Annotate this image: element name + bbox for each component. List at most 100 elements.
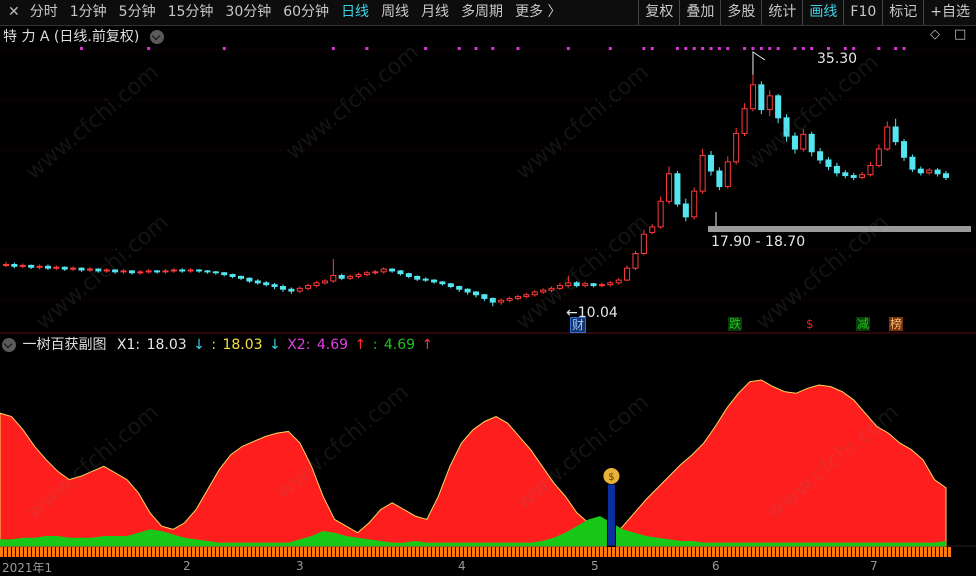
strip-block [0, 547, 3, 557]
strip-block [500, 547, 503, 557]
period-tab-8[interactable]: 月线 [415, 0, 455, 25]
date-tick: 4 [458, 559, 466, 573]
date-tick: 2021年1 [2, 561, 53, 575]
signal-dot [80, 47, 84, 50]
strip-block [752, 547, 755, 557]
tool-button-3[interactable]: 统计 [762, 0, 802, 25]
candle-body [305, 285, 312, 289]
signal-dots [80, 47, 906, 50]
close-icon[interactable]: ✕ [0, 0, 24, 25]
candle-body [783, 117, 790, 137]
candle-body [657, 200, 664, 228]
tool-button-5[interactable]: F10 [844, 0, 882, 25]
tool-button-2[interactable]: 多股 [721, 0, 761, 25]
signal-dot [768, 47, 772, 50]
strip-block [436, 547, 439, 557]
candle-body [842, 172, 849, 177]
period-tab-0[interactable]: 分时 [24, 0, 64, 25]
strip-block [428, 547, 431, 557]
strip-block [96, 547, 99, 557]
candle-body [254, 280, 261, 284]
strip-block [572, 547, 575, 557]
title-dropdown-icon[interactable] [149, 30, 164, 44]
candle-body [598, 284, 605, 287]
strip-block [492, 547, 495, 557]
strip-block [812, 547, 815, 557]
diamond-icon[interactable]: ◇ [930, 27, 940, 42]
strip-block [848, 547, 851, 557]
candle-body [615, 279, 622, 284]
candle-body [221, 272, 228, 276]
strip-block [4, 547, 7, 557]
period-tab-6[interactable]: 日线 [335, 0, 375, 25]
candle-body [691, 190, 698, 218]
strip-block [544, 547, 547, 557]
strip-block [220, 547, 223, 557]
candle-body [481, 294, 488, 299]
candle-body [431, 279, 438, 283]
strip-block [556, 547, 559, 557]
tool-button-0[interactable]: 复权 [639, 0, 679, 25]
strip-block [240, 547, 243, 557]
strip-block [160, 547, 163, 557]
tool-button-4[interactable]: 画线 [803, 0, 843, 25]
strip-block [648, 547, 651, 557]
candle-body [875, 148, 882, 166]
strip-block [832, 547, 835, 557]
strip-block [528, 547, 531, 557]
period-tab-5[interactable]: 60分钟 [277, 0, 335, 25]
candle-body [707, 154, 715, 172]
strip-block [112, 547, 115, 557]
ranking-badge[interactable]: 榜 [889, 317, 904, 331]
candle-body [179, 269, 186, 272]
candle-body [11, 264, 18, 267]
finance-badge[interactable]: 财 [570, 317, 587, 333]
period-tab-9[interactable]: 多周期 [455, 0, 509, 25]
strip-block [524, 547, 527, 557]
risk-area [0, 379, 947, 547]
tool-button-1[interactable]: 叠加 [680, 0, 720, 25]
tool-button-7[interactable]: +自选 [924, 0, 976, 25]
period-tab-7[interactable]: 周线 [375, 0, 415, 25]
strip-block [384, 547, 387, 557]
period-tab-3[interactable]: 15分钟 [162, 0, 220, 25]
x1-label: X1: [116, 337, 141, 353]
strip-block [252, 547, 255, 557]
candle-body [447, 283, 454, 287]
dividend-badge[interactable]: $ [805, 317, 815, 331]
strip-block [12, 547, 15, 557]
candle-body [212, 271, 219, 274]
candle-body [263, 282, 270, 286]
strip-block [52, 547, 55, 557]
sub-dropdown-icon[interactable] [2, 338, 16, 352]
period-tab-2[interactable]: 5分钟 [113, 0, 162, 25]
candle-body [506, 297, 513, 301]
candle-body [154, 270, 161, 273]
strip-block [172, 547, 175, 557]
signal-dot [894, 47, 898, 50]
strip-block [156, 547, 159, 557]
period-tab-4[interactable]: 30分钟 [219, 0, 277, 25]
square-icon[interactable]: □ [954, 27, 966, 42]
strip-block [676, 547, 679, 557]
reduce-badge[interactable]: 减 [856, 317, 871, 331]
strip-block [816, 547, 819, 557]
drop-badge[interactable]: 跌 [728, 317, 743, 331]
strip-block [288, 547, 291, 557]
tool-button-6[interactable]: 标记 [883, 0, 923, 25]
candle-body [573, 282, 580, 287]
period-tab-1[interactable]: 1分钟 [64, 0, 113, 25]
strip-block [892, 547, 895, 557]
strip-block [476, 547, 479, 557]
strip-block [168, 547, 171, 557]
candle-body [775, 95, 782, 119]
strip-block [248, 547, 251, 557]
strip-block [872, 547, 875, 557]
strip-block [212, 547, 215, 557]
strip-block [208, 547, 211, 557]
candle-body [86, 268, 93, 271]
strip-block [132, 547, 135, 557]
period-tab-10[interactable]: 更多 〉 [509, 0, 567, 25]
signal-dot [776, 47, 780, 50]
strip-block [304, 547, 307, 557]
